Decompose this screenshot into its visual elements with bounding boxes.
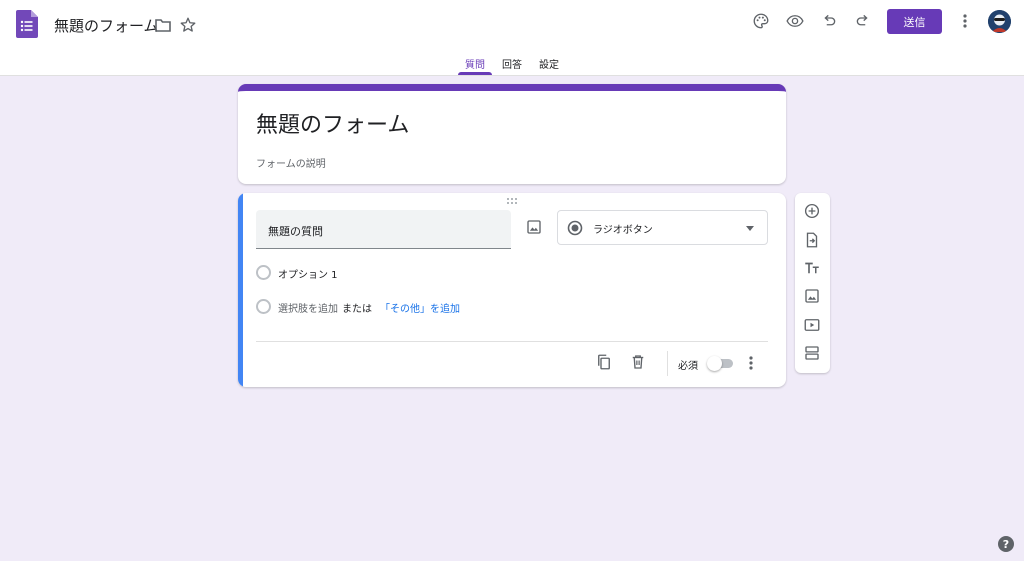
tab-questions[interactable]: 質問	[465, 56, 485, 71]
active-tab-indicator	[458, 72, 492, 75]
add-question-icon[interactable]	[803, 202, 821, 220]
add-image-icon[interactable]	[525, 218, 543, 236]
avatar[interactable]	[988, 10, 1011, 33]
add-image-icon[interactable]	[803, 287, 821, 305]
form-logo-icon[interactable]	[16, 10, 38, 38]
send-button[interactable]: 送信	[887, 9, 942, 34]
add-option-link[interactable]: 選択肢を追加	[278, 304, 338, 315]
option-radio-circle	[256, 265, 271, 280]
add-section-icon[interactable]	[803, 344, 821, 362]
chevron-down-icon	[746, 226, 754, 231]
import-questions-icon[interactable]	[803, 231, 821, 249]
preview-eye-icon[interactable]	[785, 11, 805, 31]
folder-icon[interactable]	[153, 15, 173, 35]
form-title[interactable]: 無題のフォーム	[256, 107, 409, 139]
option-radio-circle	[256, 299, 271, 314]
question-card[interactable]: 無題の質問 ラジオボタン オプション 1 選択肢を追加 または 「その他」を追加 必…	[238, 193, 786, 387]
tab-settings[interactable]: 設定	[539, 56, 559, 71]
more-vert-icon[interactable]	[742, 354, 760, 372]
card-divider	[256, 341, 768, 342]
top-bar: 無題のフォーム 送信 質問 回答 設定	[0, 0, 1024, 76]
required-label: 必須	[678, 361, 698, 372]
option-label[interactable]: オプション 1	[278, 266, 338, 281]
radio-button-icon	[567, 220, 583, 236]
add-title-icon[interactable]	[803, 259, 821, 277]
drag-handle-icon[interactable]	[506, 197, 518, 205]
help-icon[interactable]: ?	[998, 536, 1014, 552]
form-description-field[interactable]: フォームの説明	[256, 155, 326, 170]
add-video-icon[interactable]	[803, 316, 821, 334]
duplicate-icon[interactable]	[595, 353, 613, 371]
palette-icon[interactable]	[751, 11, 771, 31]
star-icon[interactable]	[178, 15, 198, 35]
add-option-line: 選択肢を追加 または 「その他」を追加	[278, 300, 460, 315]
tab-responses[interactable]: 回答	[502, 56, 522, 71]
option-row[interactable]: オプション 1	[256, 263, 756, 283]
tab-bar: 質問 回答 設定	[0, 52, 1024, 76]
document-title[interactable]: 無題のフォーム	[54, 15, 159, 36]
form-title-card[interactable]: 無題のフォーム フォームの説明	[238, 84, 786, 184]
undo-icon[interactable]	[819, 11, 839, 31]
or-text: または	[342, 304, 372, 315]
redo-icon[interactable]	[853, 11, 873, 31]
required-toggle[interactable]	[707, 356, 735, 371]
question-title-input[interactable]: 無題の質問	[256, 210, 511, 249]
more-vert-icon[interactable]	[955, 11, 975, 31]
question-type-label: ラジオボタン	[593, 225, 653, 236]
toggle-knob	[707, 356, 722, 371]
footer-separator	[667, 351, 668, 376]
question-title-text: 無題の質問	[268, 225, 323, 238]
add-other-link[interactable]: 「その他」を追加	[380, 304, 460, 315]
add-option-row: 選択肢を追加 または 「その他」を追加	[256, 297, 756, 317]
active-card-indicator	[238, 193, 243, 387]
question-type-dropdown[interactable]: ラジオボタン	[557, 210, 768, 245]
floating-toolbar	[795, 193, 830, 373]
delete-icon[interactable]	[629, 353, 647, 371]
